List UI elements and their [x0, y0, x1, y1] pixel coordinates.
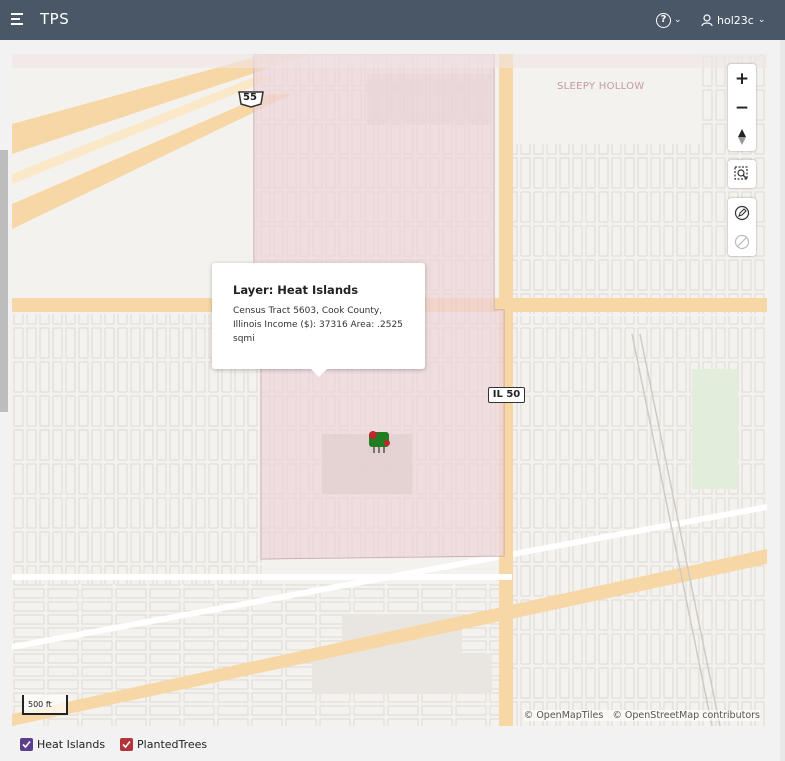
user-icon [701, 14, 713, 26]
username: hol23c [717, 13, 754, 27]
legend-item-heat-islands[interactable]: Heat Islands [20, 738, 105, 751]
area-label: SLEEPY HOLLOW [557, 81, 645, 92]
planted-tree-marker[interactable] [368, 431, 392, 455]
state-route-shield: IL 50 [488, 387, 525, 403]
interstate-number: 55 [243, 92, 257, 103]
zoom-selection-icon [734, 166, 748, 180]
help-menu-button[interactable]: ? ⌄ [656, 10, 682, 30]
legend-item-planted-trees[interactable]: PlantedTrees [120, 738, 207, 751]
interstate-shield: 55 [238, 90, 264, 108]
legend-label: PlantedTrees [137, 738, 208, 751]
checkbox-checked-icon[interactable] [120, 738, 134, 751]
scale-bar: 500 ft [22, 695, 68, 715]
chevron-down-icon: ⌄ [674, 15, 682, 25]
map-region[interactable]: SLEEPY HOLLOW 55 IL 50 + − Layer: Heat I… [12, 54, 767, 726]
tree-icon [369, 431, 390, 453]
zoom-to-selection-button[interactable] [728, 160, 756, 188]
map-attribution: © OpenMapTiles © OpenStreetMap contribut… [523, 710, 760, 721]
clear-button[interactable] [728, 227, 756, 256]
legend-label: Heat Islands [37, 738, 106, 751]
zoom-controls: + − [728, 64, 756, 151]
rotate-north-button[interactable] [728, 122, 756, 151]
page-scrollbar[interactable] [780, 40, 785, 761]
chevron-down-icon: ⌄ [757, 15, 766, 25]
zoom-out-button[interactable]: − [728, 93, 756, 122]
app-title[interactable]: TPS [40, 10, 69, 28]
attribution-openstreetmap[interactable]: © OpenStreetMap contributors [612, 710, 760, 721]
popup-title: Layer: Heat Islands [233, 283, 359, 297]
side-scrollbar[interactable] [0, 150, 8, 412]
attribution-openmaptiles[interactable]: © OpenMapTiles [524, 710, 604, 721]
pencil-icon [734, 205, 750, 220]
user-menu-button[interactable]: hol23c ⌄ [701, 10, 765, 30]
help-icon: ? [656, 12, 671, 28]
draw-button[interactable] [728, 198, 756, 227]
compass-icon [738, 128, 746, 145]
map-basemap [12, 54, 767, 726]
draw-controls [728, 198, 756, 256]
feature-popup: Layer: Heat Islands Census Tract 5603, C… [212, 263, 425, 377]
popup-body: Census Tract 5603, Cook County, Illinois… [233, 306, 403, 344]
layer-legend: Heat Islands PlantedTrees [20, 738, 222, 751]
zoom-in-button[interactable]: + [728, 64, 756, 93]
ban-icon [734, 234, 750, 249]
top-app-bar: TPS ? ⌄ hol23c ⌄ [0, 0, 785, 40]
checkbox-checked-icon[interactable] [20, 738, 33, 751]
hamburger-menu-icon[interactable] [11, 13, 27, 27]
